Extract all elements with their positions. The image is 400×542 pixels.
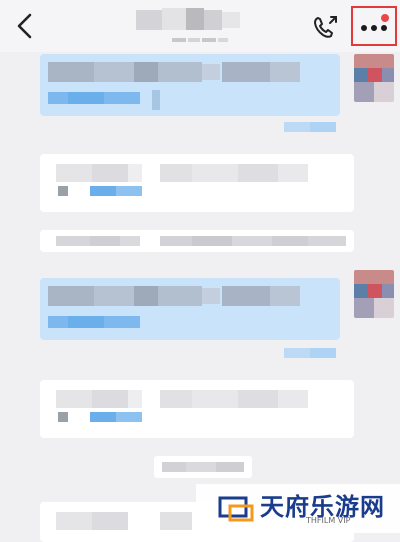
incoming-message-card[interactable] (40, 154, 354, 212)
message-meta-blurred (284, 348, 336, 360)
outgoing-message-bubble[interactable] (40, 278, 340, 340)
message-meta-blurred (284, 122, 336, 134)
watermark-site: THFILM VIP (306, 516, 351, 525)
more-dots-icon (361, 25, 387, 31)
avatar[interactable] (354, 54, 394, 102)
site-watermark: 天府乐游网 THFILM VIP (196, 484, 400, 533)
phone-call-icon[interactable] (312, 14, 340, 40)
avatar[interactable] (354, 270, 394, 318)
more-options-button[interactable] (351, 6, 397, 46)
system-notice-bar (40, 230, 354, 252)
chat-subtitle-blurred (172, 36, 232, 44)
brand-logo-icon (218, 496, 254, 522)
notification-dot (381, 14, 389, 22)
chevron-left-icon[interactable] (12, 12, 38, 40)
outgoing-message-bubble[interactable] (40, 54, 340, 116)
timestamp-chip-blurred (154, 456, 252, 478)
chat-header (0, 0, 400, 52)
incoming-message-card[interactable] (40, 380, 354, 438)
chat-title-blurred (136, 6, 246, 32)
